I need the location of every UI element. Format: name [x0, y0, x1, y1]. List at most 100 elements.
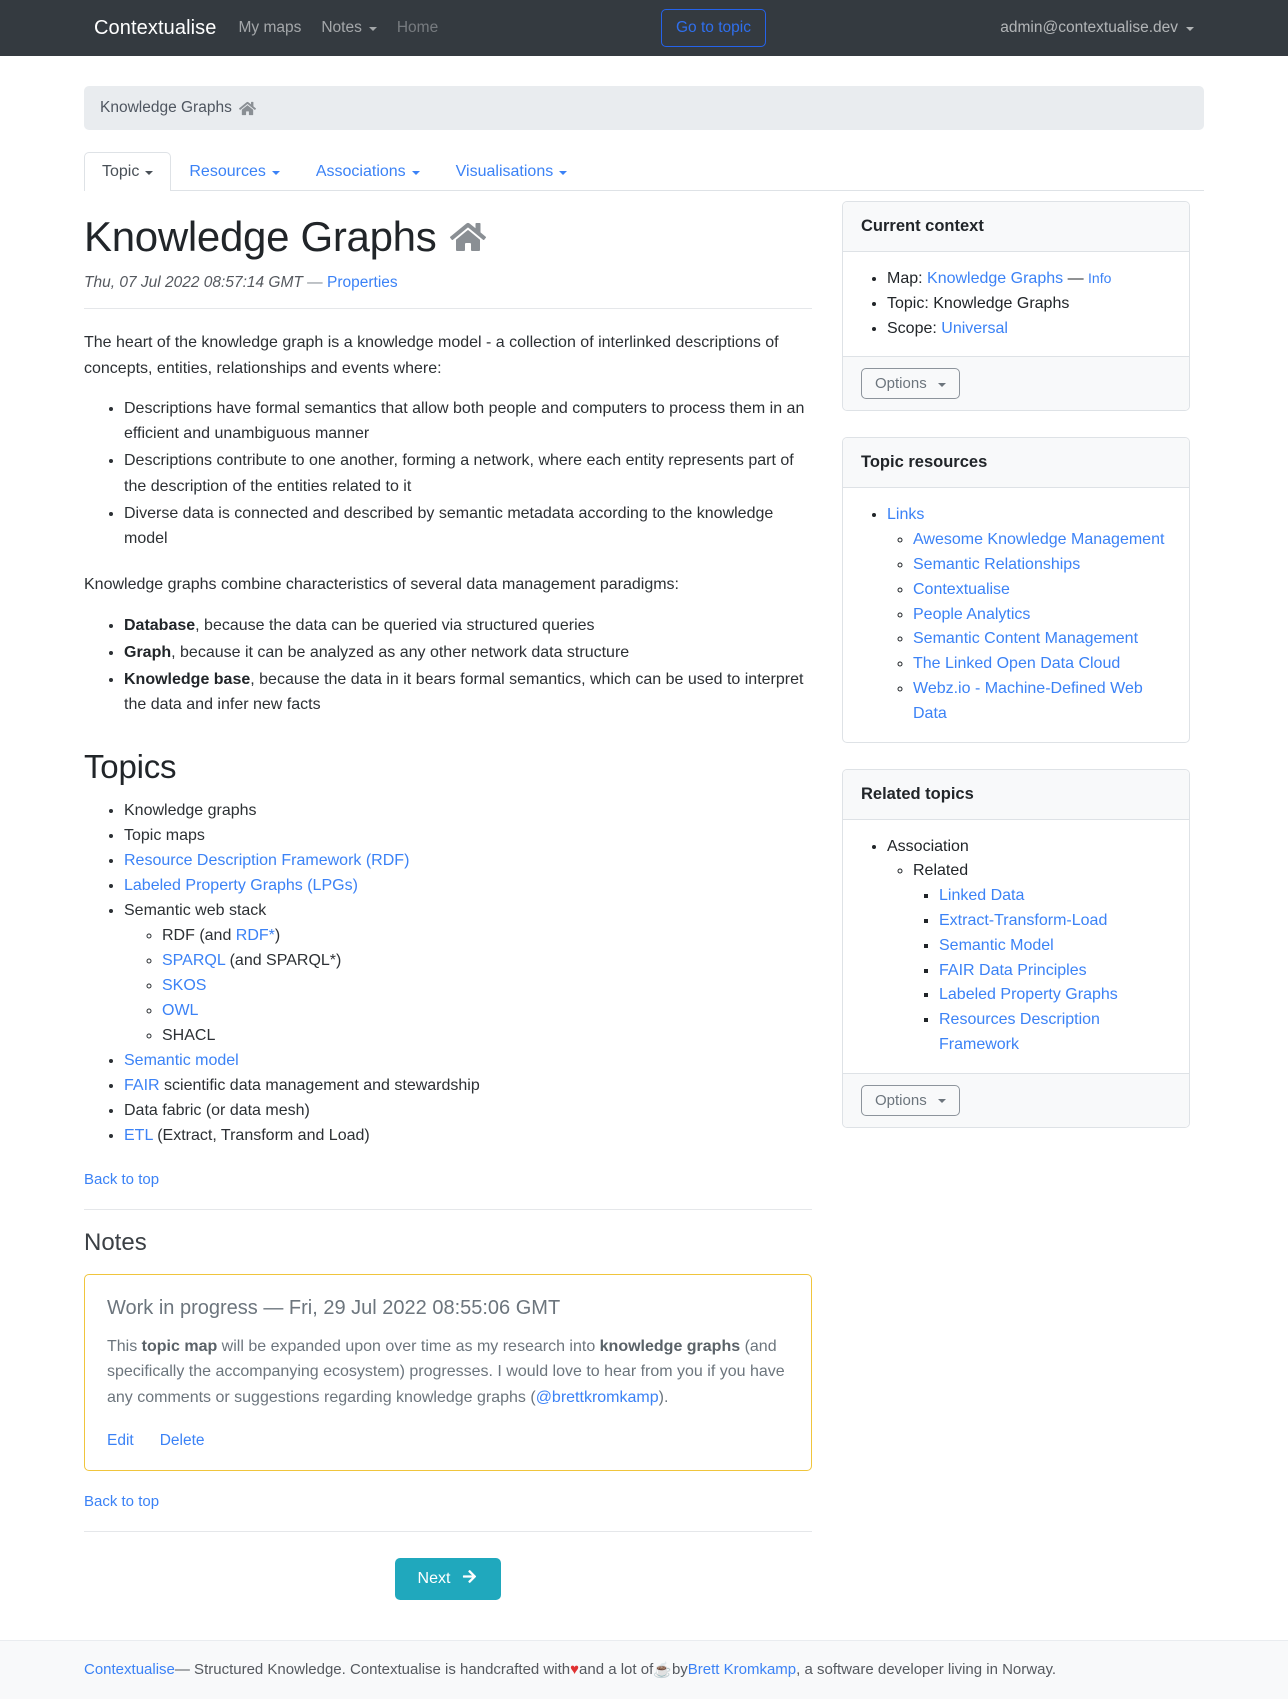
page-title: Knowledge Graphs	[84, 213, 812, 261]
scope-link[interactable]: Universal	[941, 320, 1008, 337]
nav-item-notes-label: Notes	[321, 19, 362, 36]
topic-label: Topic:	[887, 294, 929, 312]
next-button[interactable]: Next	[394, 1557, 502, 1600]
topic-link-lpg[interactable]: Labeled Property Graphs (LPGs)	[124, 877, 358, 894]
back-to-top-link-topics[interactable]: Back to top	[84, 1171, 159, 1188]
semantic-web-stack-sublist: RDF (and RDF*) SPARQL (and SPARQL*) SKOS…	[124, 924, 812, 1048]
go-to-topic-button[interactable]: Go to topic	[661, 9, 766, 47]
note-body-bold1: topic map	[141, 1337, 218, 1355]
related-topic-link[interactable]: Linked Data	[939, 887, 1024, 904]
resource-link[interactable]: The Linked Open Data Cloud	[913, 655, 1120, 672]
related-topic-link[interactable]: FAIR Data Principles	[939, 962, 1087, 979]
meta-dash: —	[307, 274, 323, 292]
association-sublist: Related Linked Data Extract-Transform-Lo…	[887, 859, 1171, 1057]
context-options-button[interactable]: Options	[861, 368, 960, 400]
arrow-right-icon	[461, 1569, 478, 1589]
topic-text-fair-rest: scientific data management and stewardsh…	[159, 1076, 480, 1094]
topic-link-sparql[interactable]: SPARQL	[162, 952, 225, 969]
topic-value: Knowledge Graphs	[933, 294, 1070, 312]
association-label: Association	[887, 837, 969, 855]
related-topic-link[interactable]: Resources Description Framework	[939, 1011, 1100, 1053]
nav-item-my-maps[interactable]: My maps	[238, 19, 301, 37]
tab-resources[interactable]: Resources	[171, 152, 297, 191]
note-title: Work in progress	[107, 1296, 258, 1319]
list-item: Labeled Property Graphs (LPGs)	[124, 874, 812, 898]
related-topics-header: Related topics	[843, 769, 1189, 820]
related-topic-link[interactable]: Labeled Property Graphs	[939, 986, 1118, 1003]
back-to-top-link-notes[interactable]: Back to top	[84, 1493, 159, 1510]
user-email-label: admin@contextualise.dev	[1000, 19, 1178, 36]
next-button-wrap: Next	[84, 1557, 812, 1640]
list-item: OWL	[162, 999, 812, 1023]
paradigm-term: Knowledge base	[124, 671, 251, 689]
resource-link[interactable]: Webz.io - Machine-Defined Web Data	[913, 680, 1143, 722]
intro-paragraph: The heart of the knowledge graph is a kn…	[84, 334, 779, 377]
links-sublist: Awesome Knowledge Management Semantic Re…	[887, 528, 1171, 726]
related-options-button[interactable]: Options	[861, 1084, 960, 1116]
user-menu[interactable]: admin@contextualise.dev	[1000, 0, 1194, 56]
links-group-link[interactable]: Links	[887, 506, 924, 523]
list-item: Map: Knowledge Graphs — Info	[887, 267, 1171, 292]
topic-link-owl[interactable]: OWL	[162, 1002, 198, 1019]
tab-topic[interactable]: Topic	[84, 152, 172, 191]
tab-associations[interactable]: Associations	[298, 152, 438, 191]
tab-resources-label: Resources	[189, 163, 266, 180]
context-options-label: Options	[875, 375, 927, 393]
list-item: SHACL	[162, 1024, 812, 1048]
map-link[interactable]: Knowledge Graphs	[927, 270, 1063, 287]
topic-link-skos[interactable]: SKOS	[162, 977, 206, 994]
brand-logo[interactable]: Contextualise	[94, 17, 216, 40]
topic-link-fair[interactable]: FAIR	[124, 1077, 160, 1094]
main-content: Knowledge Graphs Thu, 07 Jul 2022 08:57:…	[84, 191, 812, 1640]
topic-resources-card: Topic resources Links Awesome Knowledge …	[842, 437, 1190, 743]
list-item: Links Awesome Knowledge Management Seman…	[887, 503, 1171, 726]
list-item: Awesome Knowledge Management	[913, 528, 1171, 553]
page-title-text: Knowledge Graphs	[84, 213, 437, 260]
footer-author-link[interactable]: Brett Kromkamp	[688, 1661, 796, 1678]
resource-link[interactable]: Awesome Knowledge Management	[913, 531, 1164, 548]
current-context-footer: Options	[843, 356, 1189, 411]
edit-note-link[interactable]: Edit	[107, 1432, 134, 1450]
list-item: Semantic web stack RDF (and RDF*) SPARQL…	[124, 899, 812, 1048]
notes-heading: Notes	[84, 1228, 147, 1256]
list-item: Resources Description Framework	[939, 1008, 1171, 1058]
delete-note-link[interactable]: Delete	[160, 1432, 205, 1450]
topic-resources-list: Links Awesome Knowledge Management Seman…	[861, 503, 1171, 726]
twitter-handle-link[interactable]: @brettkromkamp	[536, 1389, 659, 1406]
topic-link-semantic-model[interactable]: Semantic model	[124, 1052, 239, 1069]
related-topic-link[interactable]: Semantic Model	[939, 937, 1054, 954]
tab-visualisations[interactable]: Visualisations	[438, 152, 586, 191]
chevron-down-icon	[559, 171, 568, 175]
footer-text-1: — Structured Knowledge. Contextualise is…	[174, 1661, 571, 1679]
sub-post: (and SPARQL*)	[225, 951, 342, 969]
list-item: The Linked Open Data Cloud	[913, 652, 1171, 677]
topic-link-etl[interactable]: ETL	[124, 1127, 153, 1144]
topic-link-rdf[interactable]: Resource Description Framework (RDF)	[124, 852, 409, 869]
list-item: Webz.io - Machine-Defined Web Data	[913, 677, 1171, 727]
properties-link[interactable]: Properties	[327, 274, 398, 291]
home-icon	[238, 100, 256, 117]
sub-pre: RDF (and	[162, 926, 236, 944]
resource-link[interactable]: Semantic Relationships	[913, 556, 1080, 573]
list-item: Related Linked Data Extract-Transform-Lo…	[913, 859, 1171, 1057]
topic-meta: Thu, 07 Jul 2022 08:57:14 GMT — Properti…	[84, 274, 812, 292]
note-body-part2: will be expanded upon over time as my re…	[217, 1337, 600, 1355]
related-topics-footer: Options	[843, 1072, 1189, 1127]
topic-resources-header: Topic resources	[843, 438, 1189, 489]
map-info-link[interactable]: Info	[1088, 270, 1111, 286]
nav-item-home[interactable]: Home	[397, 19, 438, 37]
topic-link-rdf-star[interactable]: RDF*	[236, 927, 275, 944]
nav-item-notes[interactable]: Notes	[321, 19, 377, 37]
chevron-down-icon	[937, 382, 946, 387]
note-body-part4: ).	[658, 1388, 669, 1406]
resource-link[interactable]: Contextualise	[913, 581, 1010, 598]
footer-text: Contextualise — Structured Knowledge. Co…	[84, 1661, 1204, 1679]
title-divider	[84, 308, 812, 310]
paradigm-term: Database	[124, 616, 196, 634]
home-icon	[450, 219, 487, 255]
related-topic-link[interactable]: Extract-Transform-Load	[939, 912, 1107, 929]
topic-label-semantic-web-stack: Semantic web stack	[124, 901, 267, 919]
resource-link[interactable]: Semantic Content Management	[913, 630, 1138, 647]
resource-link[interactable]: People Analytics	[913, 606, 1030, 623]
footer-brand-link[interactable]: Contextualise	[84, 1661, 175, 1678]
